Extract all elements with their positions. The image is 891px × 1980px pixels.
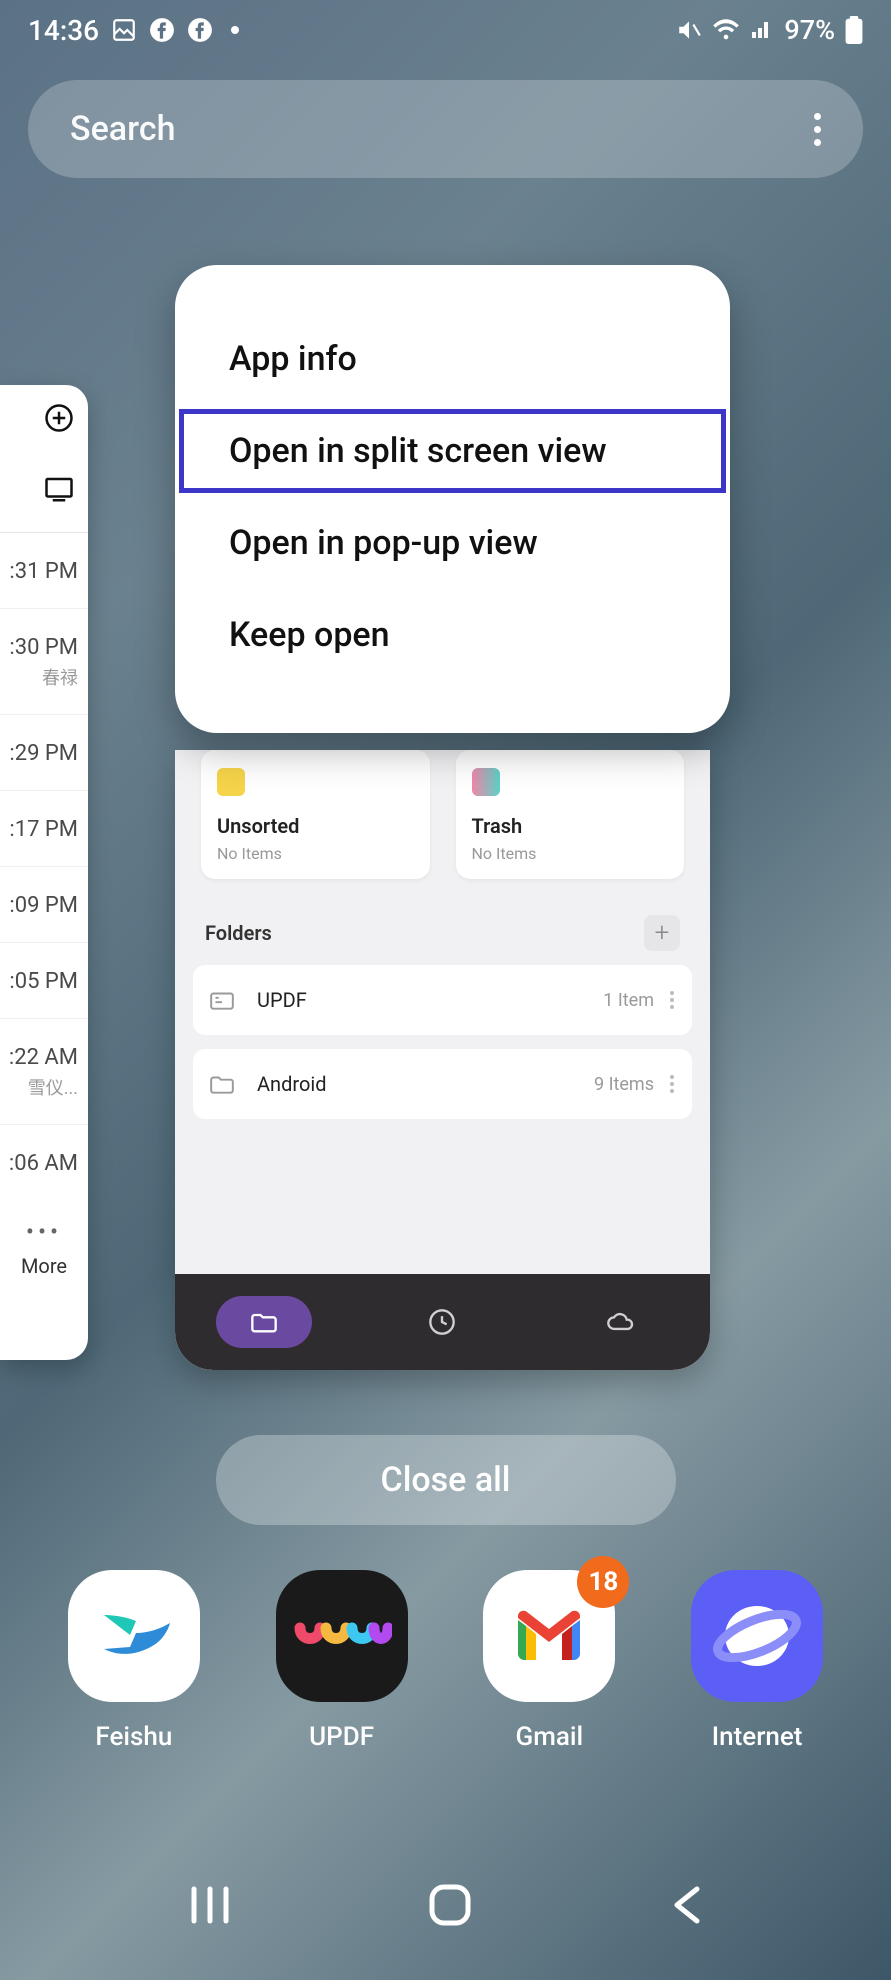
monitor-icon[interactable]: [44, 475, 74, 510]
folders-label: Folders: [205, 921, 272, 945]
home-button[interactable]: [428, 1883, 472, 1927]
list-item[interactable]: :30 PM春禄: [0, 609, 88, 715]
status-right: 97%: [676, 14, 863, 46]
category-trash[interactable]: Trash No Items: [456, 750, 685, 879]
gmail-badge: 18: [577, 1556, 629, 1608]
folder-row[interactable]: Android 9 Items: [193, 1049, 692, 1119]
menu-popup-view[interactable]: Open in pop-up view: [175, 497, 730, 589]
folder-more-icon[interactable]: [662, 1075, 682, 1093]
list-item[interactable]: :17 PM: [0, 791, 88, 867]
plus-circle-icon[interactable]: [44, 403, 74, 441]
menu-app-info[interactable]: App info: [175, 313, 730, 405]
trash-icon: [472, 768, 500, 796]
category-sub: No Items: [472, 844, 669, 863]
feishu-icon: [68, 1570, 200, 1702]
category-title: Unsorted: [217, 814, 414, 838]
close-all-button[interactable]: Close all: [216, 1435, 676, 1525]
recents-button[interactable]: [188, 1885, 232, 1925]
folder-more-icon[interactable]: [662, 991, 682, 1009]
app-preview-card[interactable]: Unsorted No Items Trash No Items Folders…: [175, 750, 710, 1370]
folders-header: Folders +: [175, 879, 710, 965]
side-top-icons: [0, 403, 88, 510]
more-dots-icon: •••: [0, 1200, 88, 1246]
dock-item-internet[interactable]: Internet: [675, 1570, 840, 1752]
system-nav-bar: [0, 1870, 891, 1940]
category-row: Unsorted No Items Trash No Items: [175, 750, 710, 879]
list-item[interactable]: :06 AM: [0, 1125, 88, 1200]
unsorted-icon: [217, 768, 245, 796]
list-item[interactable]: :05 PM: [0, 943, 88, 1019]
updf-icon: [276, 1570, 408, 1702]
nav-recent-tab[interactable]: [394, 1296, 490, 1348]
nav-cloud-tab[interactable]: [573, 1296, 669, 1348]
dock-label: Internet: [712, 1722, 803, 1752]
folder-row[interactable]: UPDF 1 Item: [193, 965, 692, 1035]
gmail-icon: 18: [483, 1570, 615, 1702]
dock-label: Feishu: [95, 1722, 172, 1752]
list-item[interactable]: :31 PM: [0, 533, 88, 609]
more-label[interactable]: More: [0, 1246, 88, 1278]
dock-label: Gmail: [516, 1722, 584, 1752]
folder-count: 1 Item: [603, 990, 654, 1011]
mute-icon: [676, 17, 702, 43]
nav-files-tab[interactable]: [216, 1296, 312, 1348]
facebook-icon: [149, 17, 175, 43]
close-all-label: Close all: [381, 1460, 511, 1500]
search-placeholder: Search: [70, 109, 175, 149]
folder-list: UPDF 1 Item Android 9 Items: [175, 965, 710, 1119]
battery-percent: 97%: [784, 14, 835, 46]
folder-icon: [209, 1073, 235, 1095]
add-folder-button[interactable]: +: [644, 915, 680, 951]
status-bar: 14:36 97%: [0, 0, 891, 60]
list-item[interactable]: :09 PM: [0, 867, 88, 943]
internet-icon: [691, 1570, 823, 1702]
wifi-icon: [712, 18, 740, 42]
dock: Feishu UPDF 18 Gmail Internet: [0, 1570, 891, 1752]
status-time: 14:36: [28, 14, 99, 47]
folder-name: UPDF: [257, 988, 307, 1012]
menu-keep-open[interactable]: Keep open: [175, 589, 730, 681]
folder-name: Android: [257, 1072, 327, 1096]
category-unsorted[interactable]: Unsorted No Items: [201, 750, 430, 879]
dock-item-updf[interactable]: UPDF: [259, 1570, 424, 1752]
status-left: 14:36: [28, 14, 239, 47]
category-title: Trash: [472, 814, 669, 838]
category-sub: No Items: [217, 844, 414, 863]
folder-icon: [209, 989, 235, 1011]
side-app-card[interactable]: :31 PM :30 PM春禄 :29 PM :17 PM :09 PM :05…: [0, 385, 88, 1360]
menu-split-screen[interactable]: Open in split screen view: [175, 405, 730, 497]
dock-item-feishu[interactable]: Feishu: [51, 1570, 216, 1752]
facebook-icon2: [187, 17, 213, 43]
dock-item-gmail[interactable]: 18 Gmail: [467, 1570, 632, 1752]
gallery-icon: [111, 17, 137, 43]
back-button[interactable]: [669, 1883, 703, 1927]
search-more-icon[interactable]: [814, 113, 821, 146]
search-bar[interactable]: Search: [28, 80, 863, 178]
dock-label: UPDF: [309, 1722, 374, 1752]
list-item[interactable]: :29 PM: [0, 715, 88, 791]
battery-icon: [845, 16, 863, 44]
context-menu: App info Open in split screen view Open …: [175, 265, 730, 733]
app-bottom-nav: [175, 1274, 710, 1370]
folder-count: 9 Items: [594, 1074, 654, 1095]
dot-icon: [231, 26, 239, 34]
signal-icon: [750, 18, 774, 42]
list-item[interactable]: :22 AM雪仪...: [0, 1019, 88, 1125]
